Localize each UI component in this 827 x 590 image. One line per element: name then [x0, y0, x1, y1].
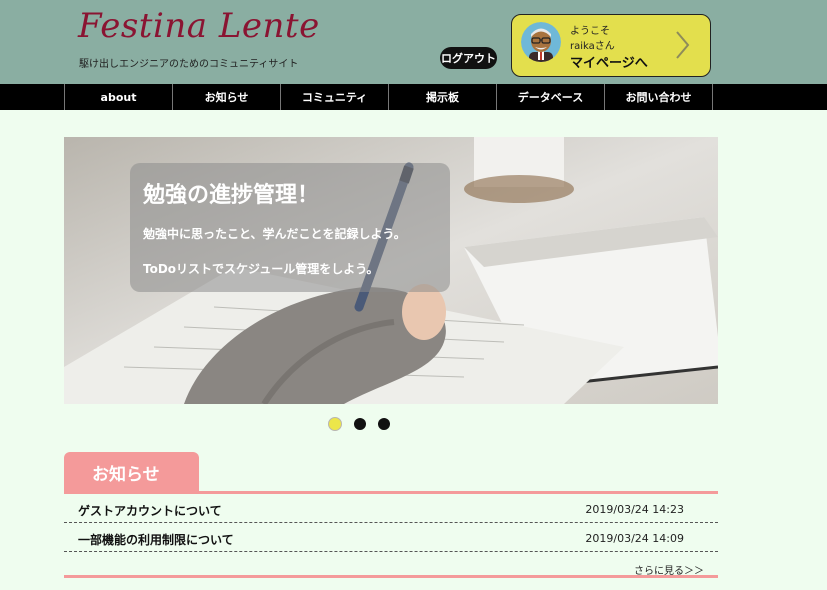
username-text: raikaさん — [570, 41, 615, 52]
nav-item-community[interactable]: コミュニティ — [281, 84, 389, 110]
nav-item-news[interactable]: お知らせ — [173, 84, 281, 110]
mypage-link[interactable]: マイページへ — [570, 52, 648, 71]
site-logo[interactable]: Festina Lente — [78, 6, 320, 46]
slider-dot-1[interactable] — [328, 417, 342, 431]
nav-item-about[interactable]: about — [65, 84, 173, 110]
user-avatar-icon — [521, 22, 561, 62]
news-divider-bottom — [64, 575, 718, 578]
hero-slider[interactable]: 勉強の進捗管理！ 勉強中に思ったこと、学んだことを記録しよう。 ToDoリストで… — [64, 137, 718, 404]
slider-dot-2[interactable] — [354, 418, 366, 430]
mypage-card[interactable]: ようこそ raikaさん マイページへ — [511, 14, 711, 77]
main-nav: about お知らせ コミュニティ 掲示板 データベース お問い合わせ — [0, 84, 827, 110]
logout-button[interactable]: ログアウト — [440, 47, 497, 69]
site-tagline: 駆け出しエンジニアのためのコミュニティサイト — [79, 59, 299, 70]
site-header: Festina Lente 駆け出しエンジニアのためのコミュニティサイト ログア… — [0, 0, 827, 84]
news-item[interactable]: 一部機能の利用制限について 2019/03/24 14:09 — [64, 523, 718, 552]
nav-item-contact[interactable]: お問い合わせ — [605, 84, 713, 110]
nav-item-database[interactable]: データベース — [497, 84, 605, 110]
hero-description-1: 勉強中に思ったこと、学んだことを記録しよう。 — [143, 227, 406, 241]
slider-dots — [328, 417, 390, 431]
news-item[interactable]: ゲストアカウントについて 2019/03/24 14:23 — [64, 494, 718, 523]
news-item-date: 2019/03/24 14:23 — [585, 503, 684, 516]
hero-title: 勉強の進捗管理！ — [143, 183, 320, 208]
slider-dot-3[interactable] — [378, 418, 390, 430]
news-item-date: 2019/03/24 14:09 — [585, 532, 684, 545]
chevron-right-icon — [672, 29, 692, 65]
nav-items: about お知らせ コミュニティ 掲示板 データベース お問い合わせ — [64, 84, 713, 110]
news-section-tab: お知らせ — [64, 452, 199, 492]
news-heading: お知らせ — [92, 465, 160, 485]
welcome-text: ようこそ — [570, 26, 610, 37]
news-item-title[interactable]: ゲストアカウントについて — [78, 502, 222, 519]
hero-caption: 勉強の進捗管理！ 勉強中に思ったこと、学んだことを記録しよう。 ToDoリストで… — [130, 163, 450, 292]
nav-item-board[interactable]: 掲示板 — [389, 84, 497, 110]
news-item-title[interactable]: 一部機能の利用制限について — [78, 531, 234, 548]
hero-description-2: ToDoリストでスケジュール管理をしよう。 — [143, 262, 379, 276]
